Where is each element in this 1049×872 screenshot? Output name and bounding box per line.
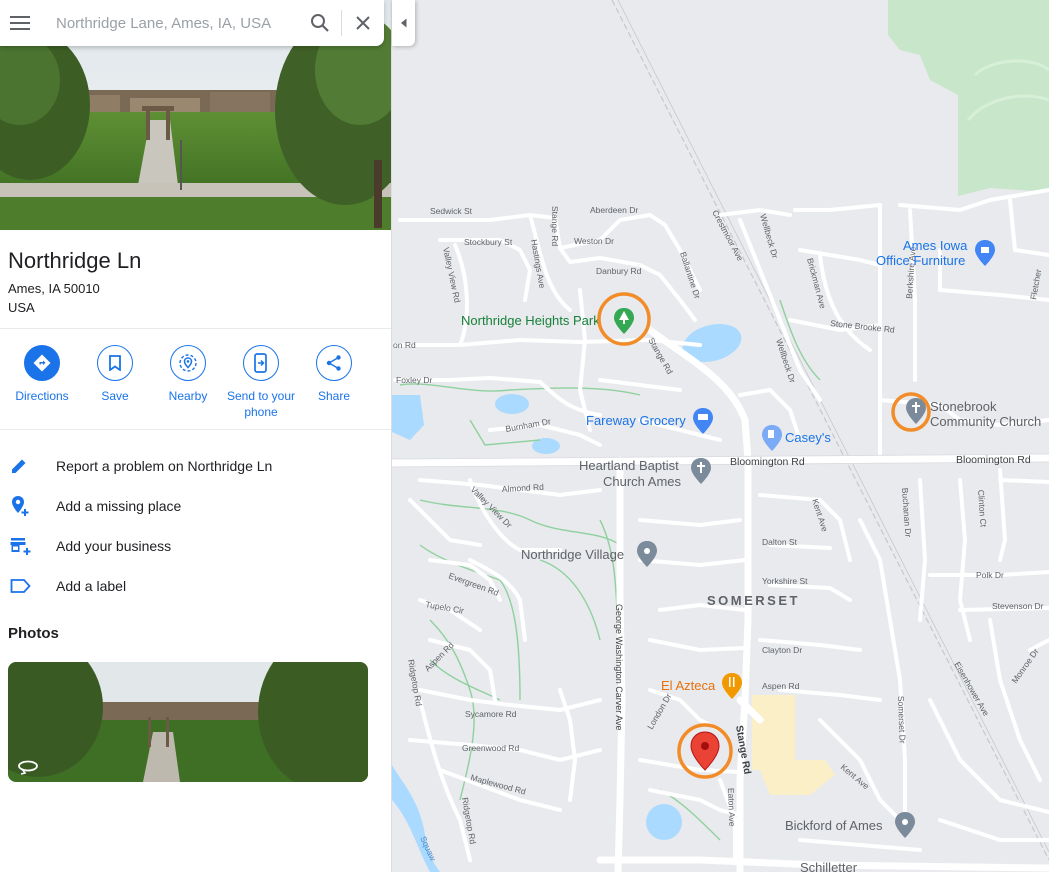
street-label: Aspen Rd	[762, 681, 800, 691]
street-label: Polk Dr	[976, 570, 1004, 580]
street-label: Sedwick St	[430, 206, 473, 216]
street-label: Aberdeen Dr	[590, 205, 638, 215]
street-label: Somerset Dr	[896, 696, 908, 744]
bookmark-icon	[97, 345, 133, 381]
street-label: Weston Dr	[574, 236, 614, 246]
add-place-pin-icon	[0, 495, 40, 517]
place-label-schilletter: Schilletter	[800, 860, 858, 872]
nearby-button[interactable]: Nearby	[148, 345, 228, 404]
place-label-heartland-baptist-2: Church Ames	[603, 474, 682, 489]
place-label-caseys: Casey's	[785, 430, 831, 445]
divider	[0, 429, 391, 430]
hamburger-menu-icon[interactable]	[0, 0, 40, 46]
search-icon[interactable]	[299, 0, 341, 46]
share-label: Share	[317, 389, 351, 403]
add-label-item[interactable]: Add a label	[0, 566, 391, 606]
send-to-phone-label: Send to your phone	[221, 388, 301, 420]
place-details-panel: Northridge Ln Ames, IA 50010 USA Directi…	[0, 0, 392, 872]
place-title: Northridge Ln	[8, 248, 142, 273]
report-problem-item[interactable]: Report a problem on Northridge Ln	[0, 446, 391, 486]
directions-button[interactable]: Directions	[2, 345, 82, 404]
chevron-left-icon	[400, 18, 406, 28]
directions-icon	[24, 345, 60, 381]
street-label: Greenwood Rd	[462, 743, 519, 753]
street-label: Sycamore Rd	[465, 709, 517, 719]
label-tag-icon	[0, 578, 40, 594]
street-label: Eaton Ave	[726, 788, 737, 827]
street-label: on Rd	[393, 340, 416, 350]
street-label: Foxley Dr	[396, 375, 433, 385]
place-label-northridge-village: Northridge Village	[521, 547, 624, 562]
street-label: Dalton St	[762, 537, 798, 547]
add-missing-place-item[interactable]: Add a missing place	[0, 486, 391, 526]
place-label-heartland-baptist-1: Heartland Baptist	[579, 458, 679, 473]
street-label: Yorkshire St	[762, 576, 808, 586]
search-input[interactable]	[40, 0, 299, 46]
place-label-northridge-heights-park: Northridge Heights Park	[461, 313, 600, 328]
action-buttons: Directions Save Nearby Send to your phone	[0, 345, 391, 421]
nearby-icon	[170, 345, 206, 381]
street-label: Bloomington Rd	[956, 454, 1031, 466]
street-label: Stockbury St	[464, 237, 513, 247]
save-button[interactable]: Save	[75, 345, 155, 404]
pencil-icon	[0, 457, 40, 475]
add-business-icon	[0, 536, 40, 556]
street-label: Clayton Dr	[762, 645, 802, 655]
save-label: Save	[101, 389, 129, 403]
divider	[0, 328, 391, 329]
place-info: Northridge Ln Ames, IA 50010 USA	[8, 248, 141, 317]
collapse-panel-button[interactable]	[392, 0, 415, 46]
photos-heading: Photos	[8, 625, 59, 642]
add-business-item[interactable]: Add your business	[0, 526, 391, 566]
send-to-phone-icon	[243, 345, 279, 381]
send-to-phone-label-line2: phone	[244, 405, 278, 419]
add-business-label: Add your business	[56, 538, 172, 554]
google-maps-app: Northridge Ln Ames, IA 50010 USA Directi…	[0, 0, 1049, 872]
street-label: Stevenson Dr	[992, 601, 1044, 611]
place-label-somerset: SOMERSET	[707, 593, 800, 608]
send-to-phone-label-line1: Send to your	[226, 389, 296, 403]
search-box	[0, 0, 384, 46]
map-canvas[interactable]: Sedwick St Aberdeen Dr Stockbury St West…	[392, 0, 1049, 872]
place-label-office-furniture-2: Office Furniture	[876, 253, 965, 268]
nearby-label: Nearby	[168, 389, 208, 403]
street-view-photo-thumbnail[interactable]	[8, 662, 368, 782]
report-problem-label: Report a problem on Northridge Ln	[56, 458, 273, 474]
place-label-fareway-grocery: Fareway Grocery	[586, 413, 686, 428]
street-label: George Washington Carver Ave	[614, 604, 624, 731]
address-line-1: Ames, IA 50010	[8, 281, 100, 296]
place-label-el-azteca: El Azteca	[661, 678, 716, 693]
share-icon	[316, 345, 352, 381]
street-label: Stange Rd	[550, 206, 560, 246]
add-missing-place-label: Add a missing place	[56, 498, 182, 514]
directions-label: Directions	[15, 389, 69, 403]
close-icon[interactable]	[342, 0, 384, 46]
street-label: Bloomington Rd	[730, 456, 805, 468]
place-label-bickford: Bickford of Ames	[785, 818, 883, 833]
place-label-stonebrook-2: Community Church	[930, 414, 1041, 429]
share-button[interactable]: Share	[294, 345, 374, 404]
send-to-phone-button[interactable]: Send to your phone	[221, 345, 301, 420]
place-label-stonebrook-1: Stonebrook	[930, 399, 997, 414]
add-label-label: Add a label	[56, 578, 127, 594]
address-line-2: USA	[8, 300, 35, 315]
street-label: Danbury Rd	[596, 266, 642, 276]
place-label-office-furniture-1: Ames Iowa	[903, 238, 968, 253]
